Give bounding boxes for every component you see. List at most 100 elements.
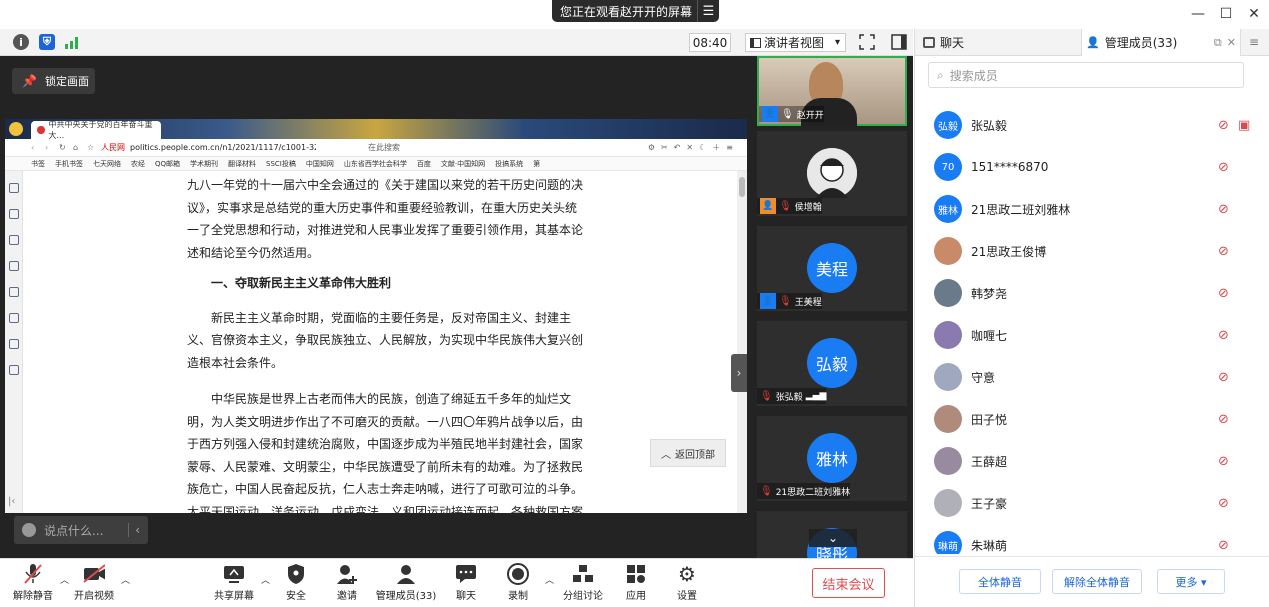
video-tile[interactable]: 👤 🎙 赵开开	[757, 56, 907, 126]
share-screen-icon	[223, 563, 245, 585]
mic-muted-icon[interactable]: ⊘	[1218, 454, 1229, 469]
member-row[interactable]: 弘毅 张弘毅 ⊘ ▣	[915, 104, 1269, 146]
avatar: 雅林	[807, 433, 857, 483]
breakout-rooms-button[interactable]: 分组讨论	[553, 563, 613, 605]
video-tile[interactable]: 👤 🎙 侯增翰	[757, 131, 907, 216]
mic-muted-icon[interactable]: ⊘	[1218, 412, 1229, 427]
browser-sidebar-icon	[9, 261, 19, 271]
member-row[interactable]: 70 151****6870 ⊘	[915, 146, 1269, 188]
info-icon[interactable]: i	[13, 34, 29, 50]
member-row[interactable]: 21思政王俊博 ⊘	[915, 230, 1269, 272]
record-button[interactable]: 录制	[488, 563, 548, 605]
end-meeting-button[interactable]: 结束会议	[812, 568, 885, 598]
bookmarks-bar: 书签 手机书签 七天网络 农经 QQ邮箱 学术期刊 翻译材料 SSCI投稿 中国…	[5, 157, 747, 171]
minimize-button[interactable]: —	[1187, 4, 1209, 24]
mic-muted-icon[interactable]: ⊘	[1218, 244, 1229, 259]
video-tile[interactable]: 弘毅 🎙 张弘毅 ▂▄▆	[757, 321, 907, 406]
mic-muted-icon: 🎙	[779, 295, 792, 307]
mic-muted-icon[interactable]: ⊘	[1218, 370, 1229, 385]
members-panel: 聊天 👤 管理成员(33) ⧉ ✕ ≡ ⌕ 搜索成员 弘毅 张弘毅 ⊘ ▣ 70…	[914, 29, 1269, 607]
share-screen-button[interactable]: 共享屏幕	[204, 563, 264, 605]
users-icon	[395, 563, 417, 585]
shield-icon[interactable]: ⛨	[39, 34, 55, 50]
record-icon	[507, 563, 529, 585]
video-tile-label: 👤 🎙 侯增翰	[757, 198, 822, 214]
mic-muted-icon[interactable]: ⊘	[1218, 328, 1229, 343]
mic-muted-icon[interactable]: ⊘	[1218, 160, 1229, 175]
mic-muted-icon[interactable]: ⊘	[1218, 538, 1229, 553]
tab-members[interactable]: 👤 管理成员(33) ⧉ ✕	[1081, 29, 1241, 56]
scroll-down-button[interactable]: ⌄	[809, 529, 857, 547]
back-to-top-button: ︿ 返回顶部	[650, 439, 726, 467]
video-tile[interactable]: 美程 👤 🎙 王美程	[757, 226, 907, 311]
member-row[interactable]: 守意 ⊘	[915, 356, 1269, 398]
manage-members-button[interactable]: 管理成员(33)	[368, 563, 444, 605]
member-name: 王子豪	[971, 496, 1008, 511]
member-row[interactable]: 王薛超 ⊘	[915, 440, 1269, 482]
view-mode-select[interactable]: 演讲者视图 ▾	[745, 33, 846, 52]
bookmark-item: QQ邮箱	[155, 159, 181, 168]
avatar	[934, 279, 962, 307]
browser-sidebar-icon	[9, 365, 19, 375]
browser-sidebar	[5, 171, 23, 513]
popout-icon[interactable]: ⧉	[1214, 36, 1222, 50]
camera-off-icon[interactable]: ▣	[1238, 118, 1250, 133]
close-button[interactable]: ✕	[1243, 4, 1265, 24]
video-tile-label: 👤 🎙 王美程	[757, 293, 822, 309]
signal-icon[interactable]	[64, 35, 80, 50]
emoji-icon[interactable]	[22, 523, 36, 537]
shared-screen-area: 📌 锁定画面 中共中央关于党的百年奋斗重大... ‹ › ↻ ⌂ ☆ 人民网 p…	[0, 56, 752, 558]
video-tile[interactable]: 雅林 🎙 21思政二班刘雅林	[757, 416, 907, 501]
avatar: 琳萌	[934, 531, 962, 554]
mic-muted-icon: 🎙	[779, 200, 792, 212]
shield-icon	[285, 563, 307, 585]
expand-left-icon[interactable]: |‹	[8, 496, 15, 507]
fullscreen-icon[interactable]	[859, 34, 875, 50]
more-button[interactable]: 更多 ▾	[1157, 569, 1225, 594]
member-row[interactable]: 田子悦 ⊘	[915, 398, 1269, 440]
meeting-control-bar: 解除静音 ︿ 开启视频 ︿ 共享屏幕 ︿ 安全 邀请 管理成员(33) 聊天 录…	[0, 558, 913, 607]
member-search-input[interactable]: ⌕ 搜索成员	[928, 62, 1244, 88]
mic-muted-icon[interactable]: ⊘	[1218, 286, 1229, 301]
settings-button[interactable]: ⚙ 设置	[657, 562, 717, 605]
browser-tab-title: 中共中央关于党的百年奋斗重大...	[48, 120, 153, 140]
add-user-icon	[336, 563, 358, 585]
start-video-button[interactable]: 开启视频	[64, 563, 124, 605]
chat-label: 聊天	[456, 591, 476, 602]
member-row[interactable]: 琳萌 朱琳萌 ⊘	[915, 524, 1269, 554]
tab-chat[interactable]: 聊天	[923, 29, 964, 56]
member-row[interactable]: 咖喱七 ⊘	[915, 314, 1269, 356]
member-row[interactable]: 雅林 21思政二班刘雅林 ⊘	[915, 188, 1269, 230]
signal-icon: ▂▄▆	[805, 391, 827, 401]
article-body: 九八一年党的十一届六中全会通过的《关于建国以来党的若干历史问题的决议》，实事求是…	[187, 174, 587, 513]
unmute-all-button[interactable]: 解除全体静音	[1052, 569, 1142, 594]
chat-input[interactable]: 说点什么... ‹	[14, 516, 148, 544]
mic-muted-icon[interactable]: ⊘	[1218, 496, 1229, 511]
users-icon: 👤	[1086, 36, 1100, 49]
collapse-video-strip-button[interactable]: ›	[731, 354, 747, 392]
chat-button[interactable]: 聊天	[436, 563, 496, 605]
mute-all-button[interactable]: 全体静音	[959, 569, 1041, 594]
sidebar-toggle-icon[interactable]	[891, 34, 907, 50]
url-site-label: 人民网	[101, 143, 125, 152]
panel-menu-icon[interactable]: ≡	[1246, 35, 1262, 50]
maximize-button[interactable]: ☐	[1215, 4, 1237, 24]
member-row[interactable]: 韩梦尧 ⊘	[915, 272, 1269, 314]
video-tile[interactable]: 晓彤 ⌄	[757, 511, 907, 558]
banner-menu-icon[interactable]: ☰	[697, 0, 719, 22]
article-paragraph: 新民主主义革命时期，党面临的主要任务是，反对帝国主义、封建主义、官僚资本主义，争…	[187, 310, 584, 370]
mic-muted-icon[interactable]: ⊘	[1218, 202, 1229, 217]
video-tile-name: 赵开开	[796, 110, 824, 121]
bookmark-item: 七天网络	[93, 159, 121, 168]
chevron-up-icon[interactable]: ︿	[121, 573, 131, 586]
member-row[interactable]: 王子豪 ⊘	[915, 482, 1269, 524]
lock-view-button[interactable]: 📌 锁定画面	[12, 68, 95, 94]
unmute-button[interactable]: 解除静音	[3, 563, 63, 605]
video-strip: 👤 🎙 赵开开 👤 🎙 侯增翰 美程 👤 🎙 王美程 弘毅 🎙 张弘毅 ▂▄▆	[752, 56, 913, 558]
close-icon[interactable]: ✕	[1227, 36, 1236, 49]
video-tile-name: 侯增翰	[794, 202, 822, 213]
host-icon: 👤	[760, 293, 776, 309]
mic-muted-icon[interactable]: ⊘	[1218, 118, 1229, 133]
article-paragraph: 中华民族是世界上古老而伟大的民族，创造了绵延五千多年的灿烂文明，为人类文明进步作…	[187, 392, 584, 513]
chevron-left-icon[interactable]: ‹	[128, 523, 140, 537]
